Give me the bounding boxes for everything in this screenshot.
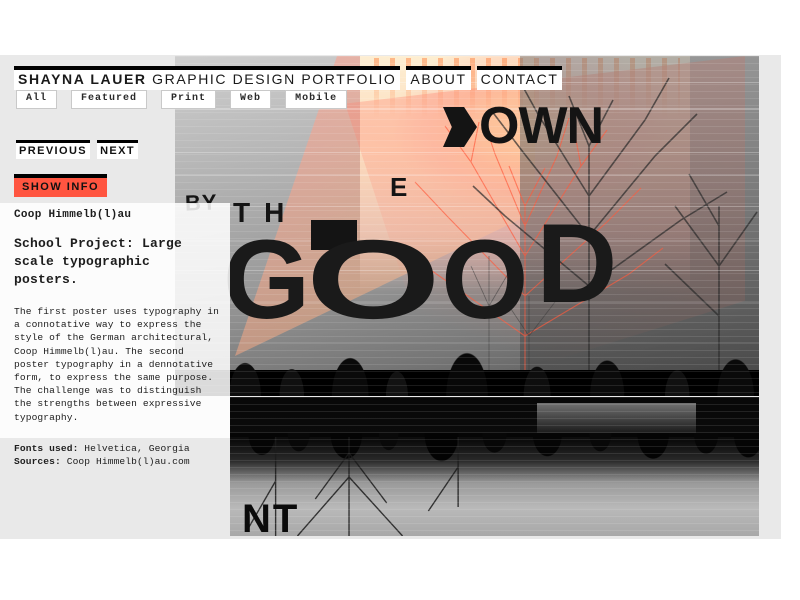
site-header: SHAYNA LAUER GRAPHIC DESIGN PORTFOLIO AB… [14, 66, 563, 90]
filter-bar: All Featured Print Web Mobile [16, 90, 348, 109]
streak [175, 174, 759, 176]
show-info-button[interactable]: SHOW INFO [14, 174, 108, 197]
project-fonts-used: Fonts used: Helvetica, Georgia [14, 442, 220, 455]
filter-all[interactable]: All [16, 90, 58, 109]
fonts-used-value: Helvetica, Georgia [78, 442, 190, 454]
project-image-secondary[interactable]: NT [230, 397, 759, 536]
nav-item-contact-label: CONTACT [480, 71, 559, 87]
filter-print[interactable]: Print [161, 90, 217, 109]
nav-item-about[interactable]: ABOUT [406, 66, 471, 90]
streak [175, 342, 759, 343]
sources-value: Coop Himmelb(l)au.com [60, 455, 190, 467]
previous-button[interactable]: PREVIOUS [16, 140, 91, 159]
site-tagline: GRAPHIC DESIGN PORTFOLIO [152, 71, 397, 87]
reflected-building [536, 403, 696, 433]
project-description: The first poster uses typography in a co… [14, 306, 220, 423]
filter-mobile[interactable]: Mobile [285, 90, 348, 109]
poster-word-partial: NT [242, 497, 300, 536]
stylized-d-glyph [443, 107, 477, 147]
poster-word-e: E [390, 172, 408, 202]
brand-name: SHAYNA LAUER [18, 71, 147, 87]
project-pager: PREVIOUS NEXT [16, 140, 138, 159]
next-button[interactable]: NEXT [97, 140, 138, 159]
portfolio-page: OWN BY TH E GOOD NT SHAYNA LAUER GRAPHIC… [0, 0, 800, 600]
filter-web[interactable]: Web [230, 90, 272, 109]
brand-and-tagline[interactable]: SHAYNA LAUER GRAPHIC DESIGN PORTFOLIO [14, 66, 401, 90]
filter-featured[interactable]: Featured [71, 90, 148, 109]
nav-item-contact[interactable]: CONTACT [476, 66, 563, 90]
sources-label: Sources: [14, 455, 61, 467]
project-info-panel: Coop Himmelb(l)au School Project: Large … [0, 203, 230, 467]
fonts-used-label: Fonts used: [14, 442, 79, 454]
poster-word-down: OWN [443, 100, 604, 152]
project-subtitle: School Project: Large scale typographic … [14, 236, 183, 287]
nav-item-about-label: ABOUT [410, 71, 467, 87]
project-title: Coop Himmelb(l)au [14, 209, 132, 221]
project-sources: Sources: Coop Himmelb(l)au.com [14, 455, 220, 468]
poster-word-good: GOOD [223, 201, 626, 342]
streak [175, 152, 759, 153]
